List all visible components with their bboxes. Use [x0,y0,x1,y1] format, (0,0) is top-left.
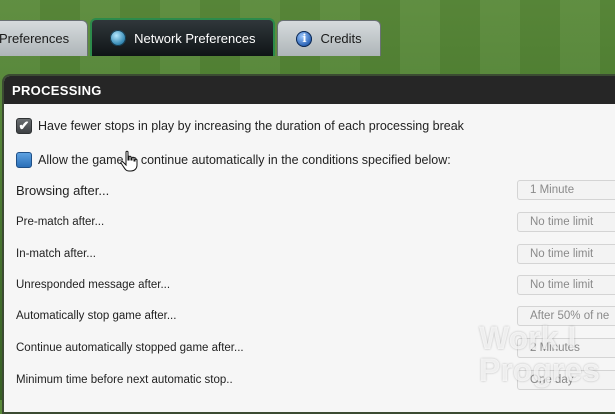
autostop-select[interactable]: After 50% of ne [517,306,615,326]
section-title: PROCESSING [12,82,102,98]
setting-label: Pre-match after... [16,216,105,228]
tab-preferences[interactable]: Preferences [0,20,89,56]
section-header: PROCESSING [4,76,615,104]
continue-select[interactable]: 2 Minutes [517,338,615,358]
auto-continue-label: Allow the game to continue automatically… [38,153,451,167]
setting-label: Automatically stop game after... [16,310,177,322]
auto-continue-option[interactable]: Allow the game to continue automatically… [16,152,451,168]
tab-bar: Preferences Network Preferences Credits [0,18,383,56]
setting-label: In-match after... [16,248,96,260]
setting-label: Minimum time before next automatic stop.… [16,374,233,386]
minimum-select[interactable]: One day [517,370,615,390]
tab-preferences-label: Preferences [0,31,70,46]
unresponded-select[interactable]: No time limit [517,275,615,295]
setting-label: Continue automatically stopped game afte… [16,342,244,354]
tab-credits-label: Credits [320,31,362,46]
globe-icon [110,30,127,46]
browsing-select[interactable]: 1 Minute [517,180,615,200]
fewer-stops-checkbox[interactable]: ✔ [16,118,32,134]
inmatch-select[interactable]: No time limit [517,244,615,264]
setting-label: Browsing after... [16,182,110,198]
checkmark-icon: ✔ [18,118,30,133]
processing-panel: PROCESSING ✔ Have fewer stops in play by… [2,74,615,414]
tab-network-preferences[interactable]: Network Preferences [90,18,276,56]
prematch-select[interactable]: No time limit [517,212,615,232]
tab-network-preferences-label: Network Preferences [134,30,256,46]
tab-credits[interactable]: Credits [277,20,381,56]
auto-continue-checkbox[interactable] [16,152,32,168]
hand-cursor-icon [120,150,138,172]
info-icon [296,30,313,47]
fewer-stops-option[interactable]: ✔ Have fewer stops in play by increasing… [16,118,464,134]
fewer-stops-label: Have fewer stops in play by increasing t… [38,119,464,133]
setting-label: Unresponded message after... [16,279,171,291]
